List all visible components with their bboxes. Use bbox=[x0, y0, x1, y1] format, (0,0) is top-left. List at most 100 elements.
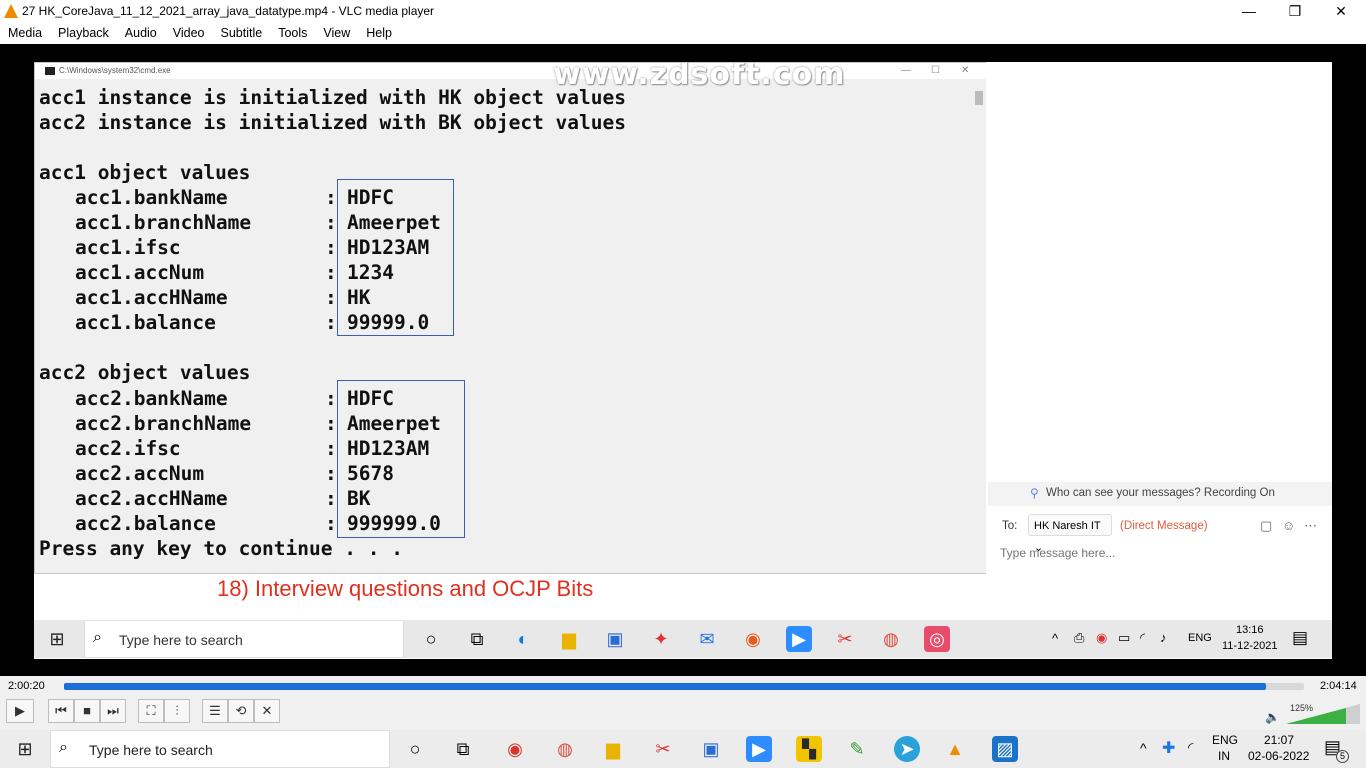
cmd-close-icon: ✕ bbox=[961, 65, 970, 76]
video-area[interactable]: C:\Windows\system32\cmd.exe www.zdsoft.c… bbox=[0, 44, 1366, 676]
stop-button[interactable]: ■ bbox=[74, 699, 100, 723]
field-row: acc1.branchName: Ameerpet bbox=[75, 211, 441, 234]
close-button[interactable]: ✕ bbox=[1318, 0, 1364, 22]
tray-device-icon: ⎙ bbox=[1074, 630, 1085, 645]
speaker-icon[interactable]: 🔈 bbox=[1265, 710, 1280, 724]
tray-chevron-icon: ^ bbox=[1052, 631, 1059, 646]
more-icon: ⋯ bbox=[1304, 518, 1317, 533]
clock-time[interactable]: 21:07 bbox=[1264, 733, 1294, 747]
cmd-scrollbar bbox=[971, 79, 987, 573]
file-explorer-icon: ▆ bbox=[562, 629, 576, 649]
language-code[interactable]: ENG bbox=[1212, 733, 1238, 747]
menu-video[interactable]: Video bbox=[165, 22, 213, 44]
field-row: acc1.bankName: HDFC bbox=[75, 186, 394, 209]
vlc-icon[interactable]: ▲ bbox=[942, 736, 968, 762]
play-button[interactable]: ▶ bbox=[6, 699, 34, 723]
wifi-icon[interactable]: ◜ bbox=[1188, 739, 1193, 756]
task-view-icon: ⧉ bbox=[470, 629, 484, 649]
console-output: acc1 instance is initialized with HK obj… bbox=[39, 85, 969, 573]
recorded-notification-icon: ▤ bbox=[1292, 628, 1309, 647]
recorded-search-placeholder: Type here to search bbox=[119, 632, 243, 648]
total-time: 2:04:14 bbox=[1320, 680, 1357, 692]
chat-message-input bbox=[1000, 544, 1300, 562]
console-line: acc1 instance is initialized with HK obj… bbox=[39, 86, 626, 109]
menu-help[interactable]: Help bbox=[358, 22, 400, 44]
chrome-icon[interactable]: ◍ bbox=[552, 736, 578, 762]
clock-date[interactable]: 02-06-2022 bbox=[1248, 749, 1309, 763]
gift-icon: ✦ bbox=[653, 629, 669, 649]
group-heading: acc1 object values bbox=[39, 161, 251, 184]
field-row: acc1.accHName: HK bbox=[75, 286, 371, 309]
search-box[interactable]: ⌕ Type here to search bbox=[50, 730, 390, 768]
shuffle-button[interactable]: ✕ bbox=[254, 699, 280, 723]
telegram-icon[interactable]: ➤ bbox=[894, 736, 920, 762]
recorded-clock-date: 11-12-2021 bbox=[1222, 640, 1278, 652]
menu-audio[interactable]: Audio bbox=[117, 22, 165, 44]
menu-bar: Media Playback Audio Video Subtitle Tools View… bbox=[0, 22, 1366, 44]
minimize-button[interactable]: — bbox=[1226, 0, 1272, 22]
cmd-title-bar: C:\Windows\system32\cmd.exe www.zdsoft.c… bbox=[35, 63, 989, 92]
store-icon: ▣ bbox=[606, 629, 624, 649]
recorded-clock-time: 13:16 bbox=[1236, 624, 1264, 636]
tray-record-icon: ◉ bbox=[1096, 630, 1108, 645]
cortana-icon[interactable]: ○ bbox=[402, 736, 428, 762]
fullscreen-button[interactable]: ⛶ bbox=[138, 699, 164, 723]
sticky-notes-icon[interactable]: ▚ bbox=[796, 736, 822, 762]
tray-volume-icon: ♪ bbox=[1160, 630, 1167, 645]
menu-subtitle[interactable]: Subtitle bbox=[213, 22, 271, 44]
screen-recorder-icon: ◎ bbox=[924, 626, 950, 652]
edge-icon: ◐ bbox=[517, 629, 529, 649]
task-view-icon[interactable]: ⧉ bbox=[450, 736, 476, 762]
menu-playback[interactable]: Playback bbox=[50, 22, 117, 44]
next-button[interactable]: ⏭ bbox=[100, 699, 126, 723]
store-icon[interactable]: ▣ bbox=[698, 736, 724, 762]
record-app-icon[interactable]: ◉ bbox=[502, 736, 528, 762]
cmd-icon bbox=[45, 67, 55, 75]
field-row: acc2.accHName: BK bbox=[75, 487, 371, 510]
photos-icon[interactable]: ▨ bbox=[992, 736, 1018, 762]
notepad-icon[interactable]: ✎ bbox=[844, 736, 870, 762]
recorded-screen: C:\Windows\system32\cmd.exe www.zdsoft.c… bbox=[34, 62, 1332, 659]
snipping-tool-icon[interactable]: ✂ bbox=[650, 736, 676, 762]
group-heading: acc2 object values bbox=[39, 361, 251, 384]
snipping-tool-icon: ✂ bbox=[837, 629, 853, 649]
loop-button[interactable]: ⟲ bbox=[228, 699, 254, 723]
vlc-logo-icon bbox=[4, 4, 18, 18]
menu-view[interactable]: View bbox=[315, 22, 358, 44]
field-row: acc1.balance:99999.0 bbox=[75, 311, 430, 334]
field-row: acc2.balance:999999.0 bbox=[75, 512, 441, 535]
emoji-icon: ☺ bbox=[1282, 518, 1296, 533]
menu-tools[interactable]: Tools bbox=[270, 22, 315, 44]
playlist-button[interactable]: ☰ bbox=[202, 699, 228, 723]
record-icon: ◉ bbox=[745, 629, 761, 649]
taskbar: ⊞ ⌕ Type here to search ○ ⧉ ◉ ◍ ▆ ✂ ▣ ▶ … bbox=[0, 730, 1366, 768]
tray-plus-icon[interactable]: ✚ bbox=[1162, 738, 1175, 758]
extended-settings-button[interactable]: ⫶ bbox=[164, 699, 190, 723]
previous-button[interactable]: ⏮ bbox=[48, 699, 74, 723]
notification-count: 5 bbox=[1336, 750, 1350, 763]
player-controls: 2:00:20 2:04:14 ▶ ⏮ ■ ⏭ ⛶ ⫶ ☰ ⟲ ✕ 🔈 125% bbox=[0, 676, 1366, 730]
console-footer: Press any key to continue . . . bbox=[39, 537, 403, 560]
field-row: acc2.bankName: HDFC bbox=[75, 387, 394, 410]
volume-slider[interactable] bbox=[1286, 704, 1360, 724]
menu-media[interactable]: Media bbox=[0, 22, 50, 44]
mail-icon: ✉ bbox=[699, 629, 715, 649]
zoom-icon: ▶ bbox=[786, 626, 812, 652]
recipient-name: HK Naresh IT bbox=[1034, 520, 1101, 532]
file-explorer-icon[interactable]: ▆ bbox=[600, 736, 626, 762]
restore-button[interactable]: ❐ bbox=[1272, 0, 1318, 22]
chrome-icon: ◍ bbox=[883, 629, 899, 649]
tray-battery-icon: ▭ bbox=[1118, 630, 1131, 645]
cmd-maximize-icon: ☐ bbox=[931, 65, 940, 76]
field-row: acc2.ifsc: HD123AM bbox=[75, 437, 430, 460]
search-icon: ⌕ bbox=[59, 739, 68, 756]
tray-chevron-icon[interactable]: ^ bbox=[1140, 740, 1147, 756]
region-code: IN bbox=[1218, 749, 1230, 763]
field-row: acc1.ifsc: HD123AM bbox=[75, 236, 430, 259]
windows-start-icon[interactable]: ⊞ bbox=[12, 736, 38, 762]
direct-message-label: (Direct Message) bbox=[1120, 520, 1208, 532]
zoom-icon[interactable]: ▶ bbox=[746, 736, 772, 762]
recipient-dropdown: HK Naresh IT ⌄ bbox=[1028, 514, 1112, 554]
title-bar: 27 HK_CoreJava_11_12_2021_array_java_dat… bbox=[0, 0, 1366, 22]
field-row: acc2.accNum:5678 bbox=[75, 462, 394, 485]
